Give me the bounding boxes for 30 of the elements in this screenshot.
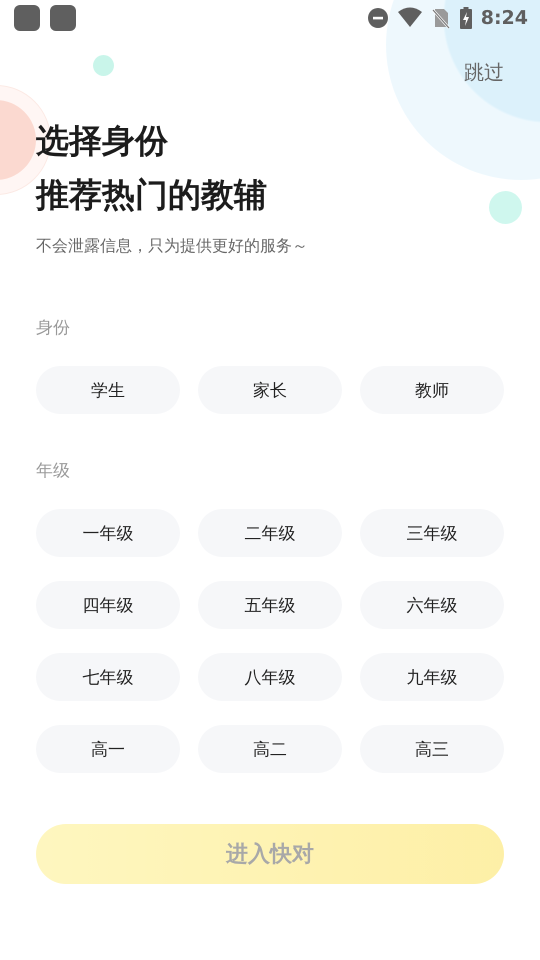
page-title: 选择身份 [36,120,169,162]
section-label: 年级 [36,460,71,483]
option-chip[interactable]: 八年级 [198,653,342,701]
option-chip[interactable]: 家长 [198,366,342,414]
do-not-disturb-icon [366,7,389,29]
option-chip[interactable]: 高一 [36,725,180,773]
notification-icon [14,5,40,31]
option-chip[interactable]: 高二 [198,725,342,773]
battery-charging-icon [458,7,473,29]
status-time: 8:24 [480,7,528,29]
option-chip[interactable]: 二年级 [198,509,342,557]
option-chip[interactable]: 五年级 [198,581,342,629]
decoration-dot [489,191,522,224]
option-chip[interactable]: 九年级 [360,653,504,701]
section-label: 身份 [36,317,71,340]
notification-icon [50,5,76,31]
option-chip[interactable]: 三年级 [360,509,504,557]
skip-button[interactable]: 跳过 [458,56,510,88]
option-chip[interactable]: 七年级 [36,653,180,701]
decoration-dot [93,55,114,76]
option-chip[interactable]: 四年级 [36,581,180,629]
option-chip[interactable]: 学生 [36,366,180,414]
option-chip[interactable]: 一年级 [36,509,180,557]
option-chip[interactable]: 教师 [360,366,504,414]
no-sim-icon [430,7,451,29]
page-title: 推荐热门的教辅 [36,174,268,216]
option-chip[interactable]: 高三 [360,725,504,773]
subtitle: 不会泄露信息，只为提供更好的服务～ [35,235,309,257]
wifi-icon [396,7,423,29]
option-chip[interactable]: 六年级 [360,581,504,629]
